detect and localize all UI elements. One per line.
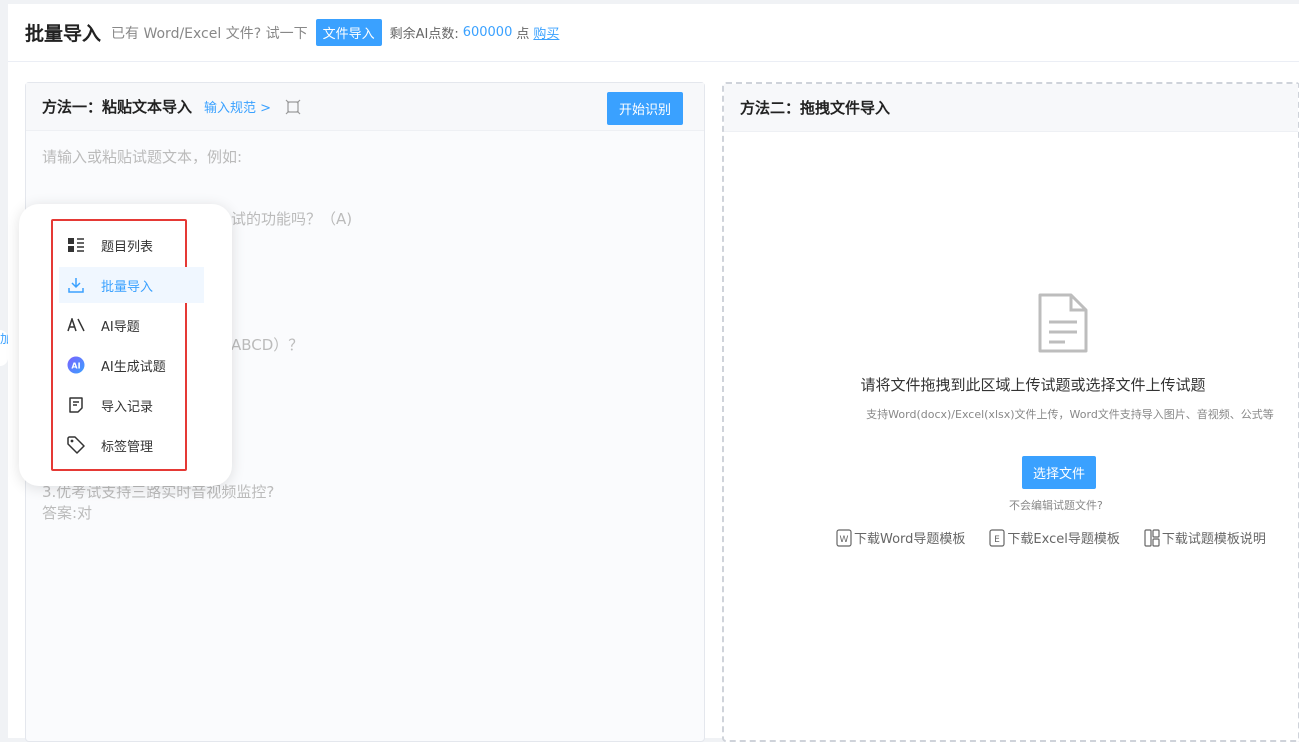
menu-item-batch-import[interactable]: 批量导入 [59, 267, 204, 303]
download-template-guide-label: 下载试题模板说明 [1161, 532, 1266, 547]
choose-file-button[interactable]: 选择文件 [1022, 456, 1097, 489]
menu-item-label: 批量导入 [101, 279, 154, 295]
template-icon [1144, 528, 1160, 547]
menu-item-ai-import[interactable]: AI导题 [59, 307, 204, 343]
placeholder-line: 试的功能吗？（A) [231, 210, 353, 228]
paste-panel-title: 方法一：粘贴文本导入 [42, 98, 193, 116]
drag-file-panel[interactable]: 方法二：拖拽文件导入 请将文件拖拽到此区域上传试题或选择文件上传试题 支持Wor… [722, 82, 1299, 742]
import-hint: 已有 Word/Excel 文件? 试一下 [111, 25, 308, 42]
drop-zone-subtitle: 支持Word(docx)/Excel(xlsx)文件上传，Word文件支持导入图… [866, 408, 1274, 421]
ai-points-label: 剩余AI点数: [389, 27, 459, 42]
document-icon [1037, 292, 1089, 354]
download-excel-template-label: 下载Excel导题模板 [1007, 532, 1120, 547]
collapsed-edge-tab[interactable]: 加 [0, 330, 8, 366]
start-recognition-button[interactable]: 开始识别 [606, 92, 683, 125]
svg-text:AI: AI [71, 362, 80, 371]
download-excel-template-link[interactable]: E 下载Excel导题模板 [989, 528, 1120, 547]
template-downloads: W 下载Word导题模板 E 下载Excel导题模板 下载试题模板说明 [836, 528, 1266, 547]
placeholder-line: 请输入或粘贴试题文本，例如: [42, 148, 243, 166]
placeholder-line: ABCD）？ [231, 336, 304, 354]
fullscreen-icon[interactable] [285, 99, 301, 115]
tag-icon [67, 436, 85, 454]
menu-item-label: 导入记录 [101, 399, 154, 415]
menu-item-label: AI生成试题 [101, 359, 166, 375]
no-edit-help-text: 不会编辑试题文件? [1009, 499, 1103, 512]
menu-item-import-record[interactable]: 导入记录 [59, 387, 204, 423]
menu-item-label: 题目列表 [101, 239, 154, 255]
buy-link[interactable]: 购买 [533, 23, 559, 42]
svg-text:E: E [995, 535, 1001, 545]
drag-panel-title: 方法二：拖拽文件导入 [740, 99, 891, 117]
page-title: 批量导入 [25, 23, 102, 45]
excel-icon: E [989, 528, 1006, 547]
svg-text:W: W [840, 535, 849, 545]
placeholder-line: 答案:对 [42, 504, 93, 522]
file-import-button[interactable]: 文件导入 [315, 19, 382, 46]
drag-panel-header: 方法二：拖拽文件导入 [724, 84, 1298, 132]
menu-item-tag-management[interactable]: 标签管理 [59, 427, 204, 463]
menu-item-label: 标签管理 [101, 439, 154, 455]
paste-panel-header: 方法一：粘贴文本导入 输入规范 > [26, 83, 704, 131]
page-header: 批量导入 已有 Word/Excel 文件? 试一下 文件导入 剩余AI点数: … [8, 4, 1299, 62]
download-word-template-link[interactable]: W 下载Word导题模板 [836, 528, 965, 547]
menu-item-label: AI导题 [101, 319, 140, 335]
download-template-guide-link[interactable]: 下载试题模板说明 [1144, 528, 1266, 547]
download-icon [67, 276, 85, 294]
ai-badge-icon: AI [67, 356, 85, 374]
ai-text-icon [67, 316, 85, 334]
side-menu-popover: 题目列表 批量导入 AI导题 AI AI生成试题 导入记录 标签管理 [19, 204, 232, 486]
word-icon: W [836, 528, 852, 547]
list-icon [67, 236, 85, 254]
menu-item-ai-generate[interactable]: AI AI生成试题 [59, 347, 204, 383]
ai-points-value: 600000 [462, 25, 513, 40]
download-word-template-label: 下载Word导题模板 [854, 532, 966, 547]
ai-points-unit: 点 [516, 27, 530, 42]
record-icon [67, 396, 85, 414]
menu-item-question-list[interactable]: 题目列表 [59, 227, 204, 263]
input-rules-link[interactable]: 输入规范 > [204, 97, 271, 116]
drop-zone-title: 请将文件拖拽到此区域上传试题或选择文件上传试题 [860, 376, 1206, 394]
